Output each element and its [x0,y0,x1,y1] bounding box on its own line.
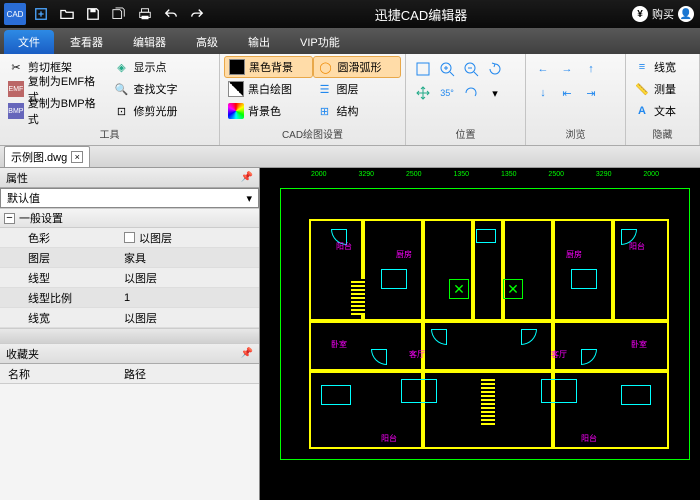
find-text-button[interactable]: 🔍查找文字 [110,78,216,100]
nav-left-button[interactable]: ← [532,58,554,80]
layer-button[interactable]: ☰图层 [313,78,402,100]
tab-advanced[interactable]: 高级 [182,30,232,54]
property-row[interactable]: 线型以图层 [0,268,259,288]
tab-vip[interactable]: VIP功能 [286,30,354,54]
currency-icon[interactable]: ¥ [632,6,648,22]
dimensions: 20003290250013501350250032902000 [281,171,689,185]
structure-icon: ⊞ [317,103,333,119]
default-value-combo[interactable]: 默认值 ▾ [0,188,259,208]
property-row[interactable]: 色彩以图层 [0,228,259,248]
tab-editor[interactable]: 编辑器 [119,30,180,54]
crop-icon: ⊡ [114,103,130,119]
bw-icon [228,81,244,97]
app-logo: CAD [4,3,26,25]
favorites-body [0,384,259,500]
nav-first-button[interactable]: ⇤ [556,82,578,104]
arc-icon: ◯ [318,59,334,75]
black-bg-button[interactable]: 黑色背景 [224,56,313,78]
color-icon [228,103,244,119]
ribbon: ✂剪切框架 EMF复制为EMF格式 BMP复制为BMP格式 ◈显示点 🔍查找文字… [0,54,700,146]
favorites-columns: 名称 路径 [0,364,259,384]
zoom-in-button[interactable] [436,58,458,80]
measure-button[interactable]: 📏测量 [630,78,695,100]
property-row[interactable]: 线宽以图层 [0,308,259,328]
property-row[interactable]: 图层家具 [0,248,259,268]
properties-header: 属性 📌 [0,168,259,188]
nav-right-button[interactable]: → [556,58,578,80]
nav-last-button[interactable]: ⇥ [580,82,602,104]
angle-button[interactable]: 35° [436,82,458,104]
layer-icon: ☰ [317,81,333,97]
cad-panel-title: CAD绘图设置 [224,129,401,143]
linewidth-icon: ≡ [634,59,650,75]
properties-panel: 属性 📌 默认值 ▾ − 一般设置 色彩以图层 图层家具 线型以图层 线型比例1… [0,168,260,500]
pin-icon[interactable]: 📌 [241,348,253,359]
zoom-window-button[interactable] [412,58,434,80]
point-icon: ◈ [114,59,130,75]
zoom-out-button[interactable] [460,58,482,80]
property-row[interactable]: 线型比例1 [0,288,259,308]
app-title: 迅捷CAD编辑器 [210,5,632,24]
bmp-icon: BMP [8,103,24,119]
bg-color-button[interactable]: 背景色 [224,100,313,122]
smooth-arc-button[interactable]: ◯圆滑弧形 [313,56,402,78]
copy-bmp-button[interactable]: BMP复制为BMP格式 [4,100,110,122]
bw-draw-button[interactable]: 黑白绘图 [224,78,313,100]
collapse-icon: − [4,213,15,224]
floor-plan: 20003290250013501350250032902000 [280,188,690,460]
favorites-header: 收藏夹 📌 [0,344,259,364]
tab-file[interactable]: 文件 [4,30,54,54]
tab-viewer[interactable]: 查看器 [56,30,117,54]
title-bar: CAD 迅捷CAD编辑器 ¥ 购买 👤 [0,0,700,28]
browse-panel-title: 浏览 [530,129,621,143]
save-button[interactable] [82,3,104,25]
show-point-button[interactable]: ◈显示点 [110,56,216,78]
tool-panel-title: 工具 [4,129,215,143]
pin-icon[interactable]: 📌 [241,172,253,183]
open-button[interactable] [56,3,78,25]
text-icon: A [634,103,650,119]
main-area: 属性 📌 默认值 ▾ − 一般设置 色彩以图层 图层家具 线型以图层 线型比例1… [0,168,700,500]
nav-down-button[interactable]: ↓ [532,82,554,104]
ruler-icon: 📏 [634,81,650,97]
chevron-down-icon: ▾ [246,192,252,205]
document-tab[interactable]: 示例图.dwg × [4,146,90,168]
redo-button[interactable] [186,3,208,25]
pan-button[interactable] [412,82,434,104]
refresh-button[interactable] [460,82,482,104]
undo-button[interactable] [160,3,182,25]
pos-panel-title: 位置 [410,129,521,143]
scroll-area[interactable] [0,328,259,344]
chevron-down-icon[interactable]: ▾ [484,82,506,104]
purchase-button[interactable]: 购买 [652,6,674,22]
crop-album-button[interactable]: ⊡修剪光册 [110,100,216,122]
scissors-icon: ✂ [8,59,24,75]
drawing-canvas[interactable]: 20003290250013501350250032902000 [260,168,700,500]
document-tabs: 示例图.dwg × [0,146,700,168]
nav-up-button[interactable]: ↑ [580,58,602,80]
property-list: 色彩以图层 图层家具 线型以图层 线型比例1 线宽以图层 [0,228,259,328]
line-width-button[interactable]: ≡线宽 [630,56,695,78]
main-tabs: 文件 查看器 编辑器 高级 输出 VIP功能 [0,28,700,54]
general-section[interactable]: − 一般设置 [0,208,259,228]
tab-output[interactable]: 输出 [234,30,284,54]
save-all-button[interactable] [108,3,130,25]
hide-panel-title: 隐藏 [630,129,695,143]
close-icon[interactable]: × [71,151,83,163]
structure-button[interactable]: ⊞结构 [313,100,402,122]
black-bg-icon [229,59,245,75]
emf-icon: EMF [8,81,24,97]
new-button[interactable] [30,3,52,25]
text-button[interactable]: A文本 [630,100,695,122]
checkbox[interactable] [124,232,135,243]
account-icon[interactable]: 👤 [678,6,694,22]
search-icon: 🔍 [114,81,130,97]
rotate-button[interactable] [484,58,506,80]
print-button[interactable] [134,3,156,25]
